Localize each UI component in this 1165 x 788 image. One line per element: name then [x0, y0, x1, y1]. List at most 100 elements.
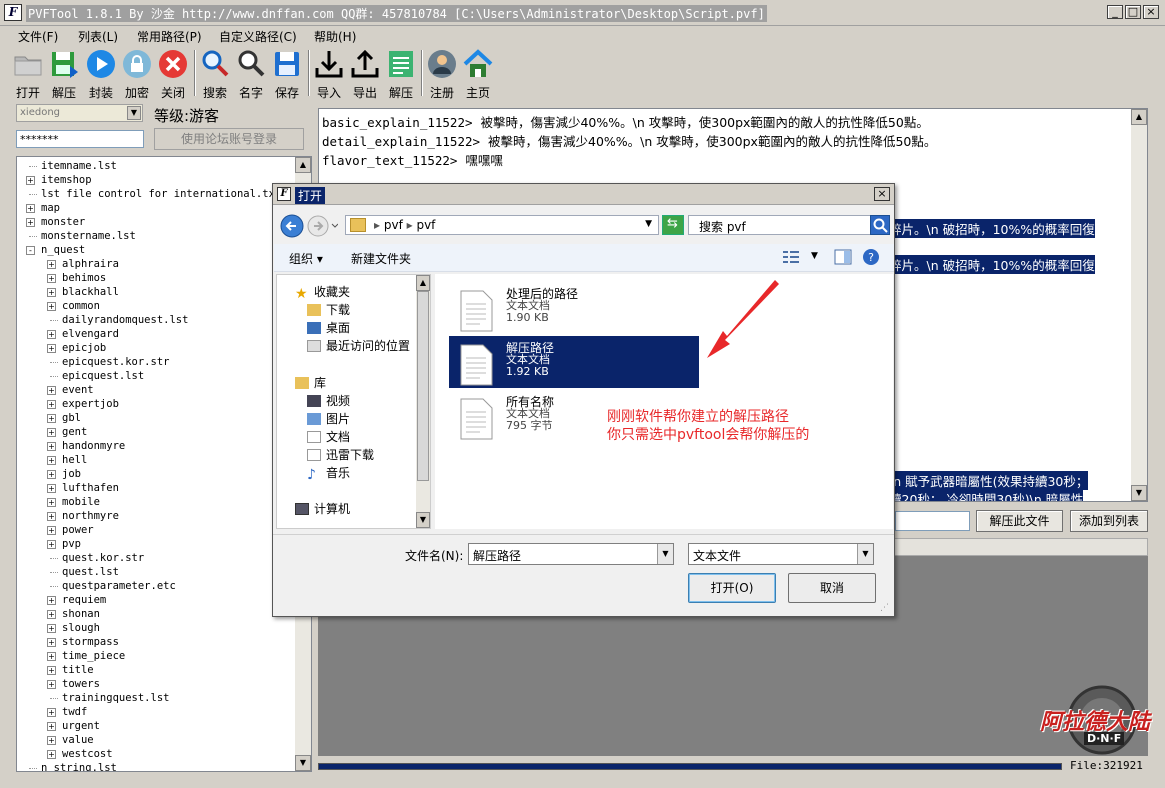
add-to-list-button[interactable]: 添加到列表: [1070, 510, 1148, 532]
menu-common-path[interactable]: 常用路径(P): [137, 28, 202, 45]
tree-item[interactable]: epicquest.kor.str: [17, 355, 295, 369]
nav-downloads[interactable]: 下载: [307, 301, 350, 318]
expand-icon[interactable]: +: [47, 736, 56, 745]
expand-icon[interactable]: +: [47, 386, 56, 395]
expand-icon[interactable]: +: [47, 260, 56, 269]
expand-icon[interactable]: +: [47, 708, 56, 717]
editor-scrollbar[interactable]: ▲ ▼: [1131, 109, 1147, 501]
expand-icon[interactable]: +: [47, 414, 56, 423]
tree-item[interactable]: + westcost: [17, 747, 295, 761]
menu-help[interactable]: 帮助(H): [314, 28, 356, 45]
tree-item[interactable]: + urgent: [17, 719, 295, 733]
expand-icon[interactable]: +: [47, 610, 56, 619]
tree-item[interactable]: epicquest.lst: [17, 369, 295, 383]
expand-icon[interactable]: +: [47, 302, 56, 311]
menu-file[interactable]: 文件(F): [18, 28, 58, 45]
tree-item[interactable]: + shonan: [17, 607, 295, 621]
expand-icon[interactable]: +: [47, 722, 56, 731]
refresh-icon[interactable]: ⇆: [662, 215, 684, 235]
search-button[interactable]: 搜索: [196, 48, 234, 101]
tree-item[interactable]: + slough: [17, 621, 295, 635]
extract-file-button[interactable]: 解压此文件: [976, 510, 1063, 532]
homepage-button[interactable]: 主页: [459, 48, 497, 101]
address-bar[interactable]: ▸ pvf ▸ pvf ▼: [345, 215, 659, 235]
nav-thunder-downloads[interactable]: 迅雷下载: [307, 446, 374, 463]
tree-item[interactable]: quest.lst: [17, 565, 295, 579]
tree-item[interactable]: + hell: [17, 453, 295, 467]
dialog-close-button[interactable]: ×: [874, 187, 890, 201]
expand-icon[interactable]: +: [26, 218, 35, 227]
tree-item[interactable]: + job: [17, 467, 295, 481]
expand-icon[interactable]: +: [47, 428, 56, 437]
expand-icon[interactable]: +: [47, 274, 56, 283]
nav-pictures[interactable]: 图片: [307, 410, 350, 427]
extract-button[interactable]: 解压: [45, 48, 83, 101]
new-folder-button[interactable]: 新建文件夹: [351, 250, 411, 267]
tree-item[interactable]: quest.kor.str: [17, 551, 295, 565]
tree-item[interactable]: - n_quest: [17, 243, 295, 257]
search-icon[interactable]: [870, 215, 890, 235]
view-options-icon[interactable]: [782, 250, 800, 266]
filetype-select[interactable]: 文本文件 ▼: [688, 543, 874, 565]
tree-item[interactable]: + power: [17, 523, 295, 537]
expand-icon[interactable]: +: [47, 400, 56, 409]
tree-item[interactable]: + value: [17, 733, 295, 747]
tree-item[interactable]: + towers: [17, 677, 295, 691]
register-button[interactable]: 注册: [423, 48, 461, 101]
collapse-icon[interactable]: -: [26, 246, 35, 255]
save-button[interactable]: 保存: [268, 48, 306, 101]
tree-item[interactable]: + alphraira: [17, 257, 295, 271]
chevron-down-icon[interactable]: ▼: [811, 251, 818, 261]
chevron-down-icon[interactable]: ▼: [127, 106, 141, 120]
menu-list[interactable]: 列表(L): [78, 28, 118, 45]
tree-item[interactable]: + mobile: [17, 495, 295, 509]
expand-icon[interactable]: +: [47, 330, 56, 339]
expand-icon[interactable]: +: [47, 666, 56, 675]
nav-recent[interactable]: 最近访问的位置: [307, 337, 410, 354]
tree-item[interactable]: + stormpass: [17, 635, 295, 649]
nav-documents[interactable]: 文档: [307, 428, 350, 445]
filename-input[interactable]: 解压路径 ▼: [468, 543, 674, 565]
expand-icon[interactable]: +: [47, 652, 56, 661]
tree-item[interactable]: trainingquest.lst: [17, 691, 295, 705]
expand-icon[interactable]: +: [47, 540, 56, 549]
tree-item[interactable]: + elvengard: [17, 327, 295, 341]
tree-item[interactable]: + pvp: [17, 537, 295, 551]
scroll-down-icon[interactable]: ▼: [416, 512, 430, 528]
expand-icon[interactable]: +: [26, 176, 35, 185]
close-file-button[interactable]: 关闭: [154, 48, 192, 101]
file-item-selected[interactable]: 解压路径 文本文档 1.92 KB: [449, 336, 699, 388]
expand-icon[interactable]: +: [47, 484, 56, 493]
tree-item[interactable]: + map: [17, 201, 295, 215]
tree-item[interactable]: questparameter.etc: [17, 579, 295, 593]
maximize-button[interactable]: □: [1125, 5, 1141, 19]
preview-pane-icon[interactable]: [834, 249, 852, 265]
scroll-thumb[interactable]: [417, 291, 429, 481]
tree-item[interactable]: dailyrandomquest.lst: [17, 313, 295, 327]
expand-icon[interactable]: +: [47, 442, 56, 451]
expand-icon[interactable]: +: [47, 526, 56, 535]
open-file-button[interactable]: 打开(O): [688, 573, 776, 603]
tree-item[interactable]: + lufthafen: [17, 481, 295, 495]
scroll-down-icon[interactable]: ▼: [1131, 485, 1147, 501]
expand-icon[interactable]: +: [47, 624, 56, 633]
tree-item[interactable]: + requiem: [17, 593, 295, 607]
nav-videos[interactable]: 视频: [307, 392, 350, 409]
expand-icon[interactable]: +: [26, 204, 35, 213]
scroll-up-icon[interactable]: ▲: [1131, 109, 1147, 125]
expand-icon[interactable]: +: [47, 344, 56, 353]
tree-item[interactable]: lst file control for international.txt: [17, 187, 295, 201]
minimize-button[interactable]: _: [1107, 5, 1123, 19]
password-field[interactable]: *******: [16, 130, 144, 148]
help-icon[interactable]: ?: [862, 248, 880, 266]
cancel-button[interactable]: 取消: [788, 573, 876, 603]
tree-item[interactable]: + title: [17, 663, 295, 677]
tree-item[interactable]: n_string.lst: [17, 761, 295, 771]
nav-scrollbar[interactable]: ▲ ▼: [416, 275, 430, 528]
tree-item[interactable]: itemname.lst: [17, 159, 295, 173]
resize-grip-icon[interactable]: ⋰: [880, 602, 892, 614]
export-button[interactable]: 导出: [346, 48, 384, 101]
expand-icon[interactable]: +: [47, 470, 56, 479]
scroll-up-icon[interactable]: ▲: [295, 157, 311, 173]
tree-item[interactable]: + expertjob: [17, 397, 295, 411]
